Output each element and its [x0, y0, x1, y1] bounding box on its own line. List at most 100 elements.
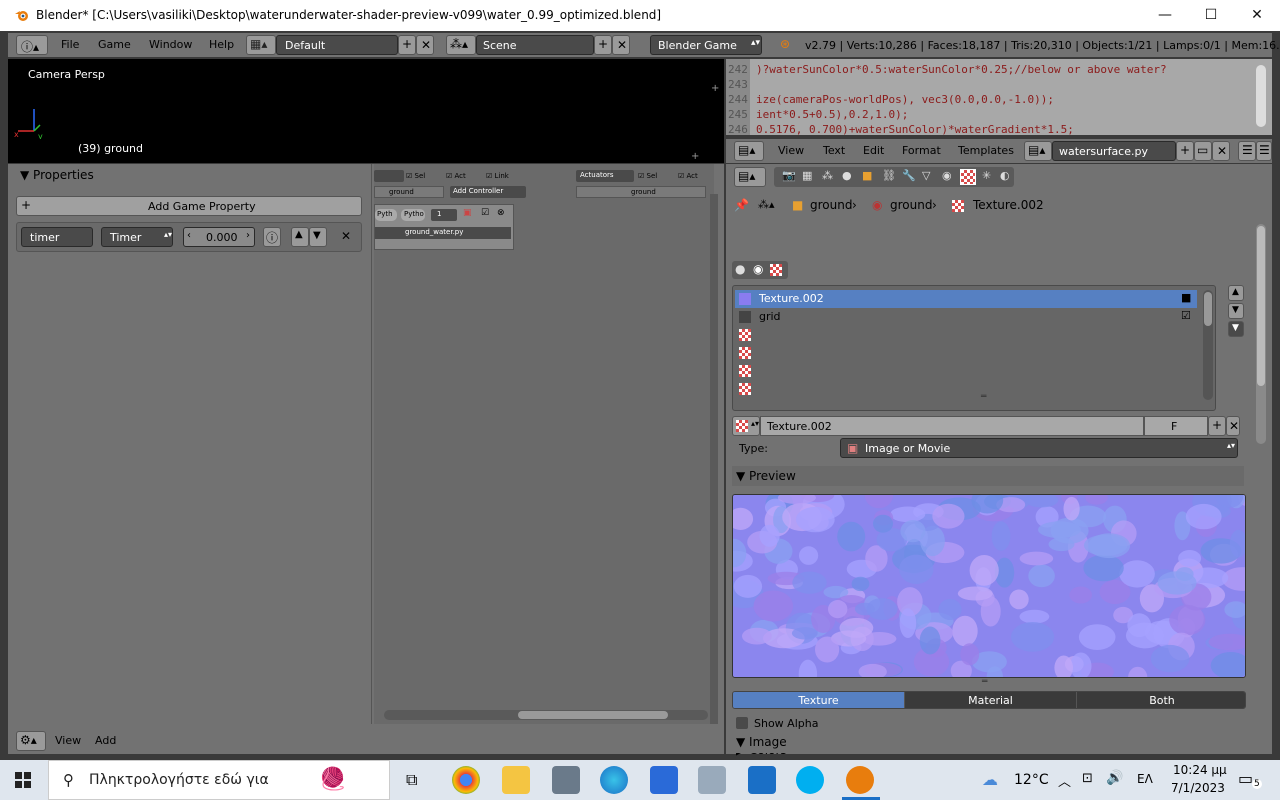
remove-property-button[interactable]: ✕ — [341, 229, 351, 243]
property-debug-button[interactable]: ⓘ — [263, 227, 281, 247]
mail-icon[interactable] — [748, 766, 776, 794]
world-texture-icon[interactable]: ● — [735, 262, 745, 276]
network-icon[interactable]: ⊡ — [1082, 771, 1093, 786]
editor-type-button[interactable]: ▤▴ — [734, 141, 764, 161]
open-text-button[interactable]: ▭ — [1194, 141, 1212, 161]
material-icon[interactable]: ◉ — [942, 169, 952, 182]
menu-view[interactable]: View — [778, 144, 804, 157]
resize-grip-icon[interactable]: ═ — [981, 392, 986, 402]
scene-add-button[interactable]: + — [594, 35, 612, 55]
taskbar-search-box[interactable]: ⚲ Πληκτρολογήστε εδώ για 🧶 — [48, 760, 390, 800]
move-up-button[interactable]: ▲ — [291, 227, 309, 247]
texture-type-tabs[interactable]: ● ◉ — [732, 261, 788, 279]
maximize-button[interactable]: ☐ — [1188, 0, 1234, 31]
chevron-up-icon[interactable]: ︿ — [1058, 771, 1071, 790]
move-down-button[interactable]: ▼ — [309, 227, 327, 247]
menu-view[interactable]: View — [55, 734, 81, 747]
texture-type-select[interactable]: ▣ Image or Movie ▴▾ — [840, 438, 1238, 458]
language-indicator[interactable]: ΕΛ — [1137, 772, 1153, 786]
other-texture-icon[interactable] — [770, 264, 782, 276]
layout-browse-button[interactable]: ▦▴ — [246, 35, 276, 55]
render-icon[interactable]: 📷 — [782, 169, 796, 182]
printer-icon[interactable] — [698, 766, 726, 794]
controller-name-field[interactable]: Pytho — [401, 209, 425, 221]
code-line[interactable]: ize(cameraPos-worldPos), vec3(0.0,0.0,-1… — [756, 93, 1054, 106]
scene-field[interactable]: Scene — [476, 35, 594, 55]
world-icon[interactable]: ● — [842, 169, 852, 182]
editor-type-button[interactable]: ▤▴ — [734, 167, 766, 187]
blender-taskbar-icon[interactable] — [846, 766, 874, 794]
weather-cloud-icon[interactable]: ☁ — [982, 770, 998, 789]
properties-scrollbar[interactable] — [1256, 224, 1266, 444]
notification-icon[interactable]: ▭ — [1238, 769, 1253, 788]
text-datablock-field[interactable]: watersurface.py — [1052, 141, 1176, 161]
tab-material[interactable]: Material — [904, 692, 1076, 708]
texture-name-field[interactable]: Texture.002 — [760, 416, 1144, 436]
actuators-filter-select[interactable]: Actuators — [576, 170, 634, 182]
word-wrap-toggle[interactable]: ☰ — [1256, 141, 1272, 161]
controller-type-select[interactable]: Pyth — [375, 209, 397, 221]
texture-context-icon[interactable]: ⁂▴ — [758, 198, 775, 211]
store-icon[interactable] — [650, 766, 678, 794]
menu-file[interactable]: File — [61, 38, 79, 51]
code-line[interactable]: ient*0.5+0.5),0.2,1.0); — [756, 108, 908, 121]
scene-icon[interactable]: ⁂ — [822, 169, 833, 182]
file-explorer-icon[interactable] — [502, 766, 530, 794]
resize-grip-icon[interactable]: ═ — [982, 677, 987, 687]
scrollbar-thumb[interactable] — [518, 711, 668, 719]
clock-time[interactable]: 10:24 μμ — [1173, 763, 1227, 777]
slot-specials-button[interactable]: ▼ — [1228, 321, 1244, 337]
preview-panel-header[interactable]: ▼ Preview — [732, 466, 1244, 486]
menu-templates[interactable]: Templates — [958, 144, 1014, 157]
menu-edit[interactable]: Edit — [863, 144, 884, 157]
menu-window[interactable]: Window — [149, 38, 192, 51]
show-alpha-checkbox[interactable] — [736, 717, 748, 729]
slots-scrollbar[interactable] — [1203, 290, 1213, 400]
check-icon[interactable]: ☑ — [481, 208, 489, 218]
render-layers-icon[interactable]: ▦ — [802, 169, 812, 182]
new-text-button[interactable]: + — [1176, 141, 1194, 161]
physics-icon[interactable]: ◐ — [1000, 169, 1010, 182]
menu-help[interactable]: Help — [209, 38, 234, 51]
texture-tab-icon[interactable] — [960, 169, 976, 185]
minimize-button[interactable]: — — [1142, 0, 1188, 31]
editor-type-button[interactable]: ⓘ▴ — [16, 35, 48, 55]
texture-slot-row[interactable] — [735, 362, 1197, 380]
slot-down-button[interactable]: ▼ — [1228, 303, 1244, 319]
skype-icon[interactable] — [796, 766, 824, 794]
windows-start-icon[interactable] — [15, 772, 31, 788]
camera-icon[interactable] — [552, 766, 580, 794]
property-name-field[interactable]: timer — [21, 227, 93, 247]
texture-slot-row[interactable]: Texture.002 ■ — [735, 290, 1197, 308]
menu-text[interactable]: Text — [823, 144, 845, 157]
image-panel-header[interactable]: ▼ Image — [732, 733, 1244, 753]
controller-filter-select[interactable] — [374, 170, 404, 182]
close-icon[interactable]: ⊗ — [497, 208, 505, 218]
mark-icon[interactable]: ▣ — [463, 208, 472, 218]
property-value-field[interactable]: ‹ 0.000 › — [183, 227, 255, 247]
modifiers-icon[interactable]: 🔧 — [902, 169, 916, 182]
code-line[interactable]: 0.5176, 0.700)+waterSunColor)*waterGradi… — [756, 123, 1074, 136]
property-type-select[interactable]: Timer ▴▾ — [101, 227, 173, 247]
3d-viewport[interactable]: Camera Persp (39) ground y x + + — [8, 59, 724, 163]
slot-enable-checkbox[interactable]: ■ — [1181, 291, 1191, 304]
fake-user-toggle[interactable]: F — [1144, 416, 1208, 436]
volume-icon[interactable]: 🔊 — [1106, 770, 1123, 786]
texture-slot-row[interactable] — [735, 344, 1197, 362]
object-icon[interactable]: ■ — [862, 169, 872, 182]
edge-icon[interactable] — [600, 766, 628, 794]
text-browse-button[interactable]: ▤▴ — [1024, 141, 1052, 161]
chrome-icon[interactable] — [452, 766, 480, 794]
text-scrollbar[interactable] — [1256, 65, 1266, 127]
scrollbar-thumb[interactable] — [1257, 226, 1265, 386]
clock-date[interactable]: 7/1/2023 — [1171, 781, 1225, 795]
weather-temp[interactable]: 12°C — [1014, 772, 1049, 788]
add-controller-select[interactable]: Add Controller — [450, 186, 526, 198]
menu-add[interactable]: Add — [95, 734, 116, 747]
controller-state-field[interactable]: 1 — [431, 209, 457, 221]
slot-enable-checkbox[interactable]: ☑ — [1181, 309, 1191, 322]
particles-icon[interactable]: ✳ — [982, 169, 991, 182]
material-texture-icon[interactable]: ◉ — [753, 262, 763, 276]
texture-browse-button[interactable]: ▴▾ — [732, 416, 760, 436]
text-editor[interactable]: 242)?waterSunColor*0.5:waterSunColor*0.2… — [726, 59, 1272, 136]
